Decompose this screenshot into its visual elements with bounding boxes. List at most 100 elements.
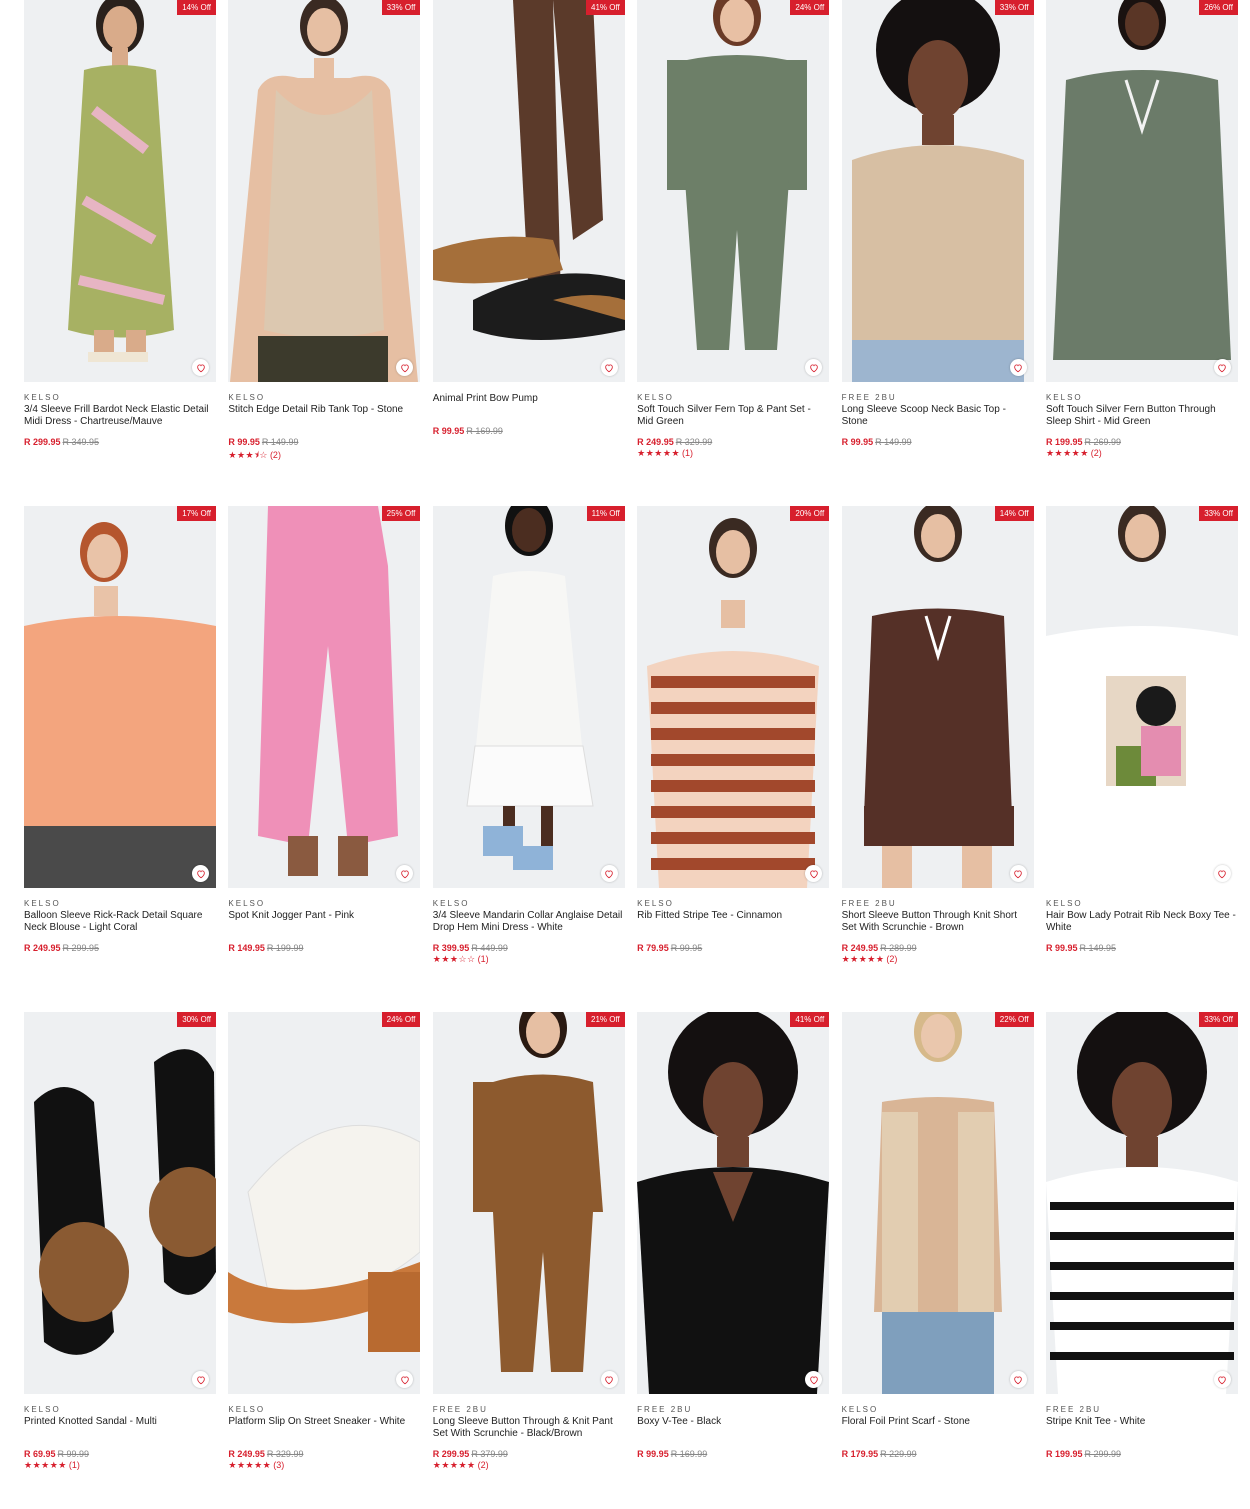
product-card[interactable]: 20% Off KELSO Rib Fitted Stripe Tee - Ci… [637, 506, 830, 1012]
product-name-link[interactable]: Stripe Knit Tee - White [1046, 1416, 1238, 1439]
price-row: R 249.95 R 299.95 [24, 943, 216, 953]
product-image[interactable]: 17% Off [24, 506, 216, 888]
product-photo [258, 506, 399, 876]
product-name-link[interactable]: Platform Slip On Street Sneaker - White [228, 1416, 420, 1439]
product-image[interactable]: 41% Off [432, 0, 625, 382]
wishlist-heart-icon[interactable] [600, 359, 618, 376]
price-row: R 249.95 R 289.99 [842, 943, 1034, 953]
original-price: R 199.99 [266, 943, 304, 953]
discount-badge: 33% Off [1199, 506, 1238, 521]
product-name-link[interactable]: Animal Print Bow Pump [433, 393, 625, 416]
rating[interactable]: ★★★☆☆ (1) [433, 954, 625, 965]
product-card[interactable]: 21% Off FREE 2BU Long Sleeve Button Thro… [432, 1012, 625, 1509]
product-brand: KELSO [637, 393, 674, 402]
product-image[interactable]: 22% Off [841, 1012, 1034, 1394]
wishlist-heart-icon[interactable] [192, 865, 209, 882]
product-image[interactable]: 26% Off [1045, 0, 1238, 382]
product-name-link[interactable]: Soft Touch Silver Fern Top & Pant Set - … [637, 404, 829, 427]
price-row: R 149.95 R 199.99 [228, 943, 420, 953]
product-card[interactable]: 33% Off FREE 2BU Stripe Knit Tee - White… [1045, 1012, 1238, 1509]
rating[interactable]: ★★★★★ (3) [228, 1460, 420, 1471]
product-card[interactable]: 14% Off KELSO 3/4 Sleeve Frill Bardot Ne… [24, 0, 216, 506]
wishlist-heart-icon[interactable] [1009, 359, 1027, 376]
product-image[interactable]: 33% Off [841, 0, 1034, 382]
product-card[interactable]: 33% Off FREE 2BU Long Sleeve Scoop Neck … [841, 0, 1034, 506]
product-image[interactable]: 33% Off [1045, 506, 1238, 888]
product-image[interactable]: 11% Off [432, 506, 625, 888]
product-card[interactable]: 41% Off Animal Print Bow Pump R 99.95 R 1… [432, 0, 625, 506]
product-name-link[interactable]: 3/4 Sleeve Mandarin Collar Anglaise Deta… [433, 910, 625, 933]
product-card[interactable]: 25% Off KELSO Spot Knit Jogger Pant - Pi… [228, 506, 421, 1012]
product-card[interactable]: 22% Off KELSO Floral Foil Print Scarf - … [841, 1012, 1034, 1509]
wishlist-heart-icon[interactable] [1009, 1371, 1027, 1388]
product-image[interactable]: 25% Off [228, 506, 421, 888]
product-image[interactable]: 24% Off [228, 1012, 421, 1394]
product-card[interactable]: 17% Off KELSO Balloon Sleeve Rick-Rack D… [24, 506, 216, 1012]
wishlist-heart-icon[interactable] [192, 359, 209, 376]
review-count: (2) [269, 450, 281, 460]
product-name-link[interactable]: Stitch Edge Detail Rib Tank Top - Stone [228, 404, 420, 427]
product-name-link[interactable]: Printed Knotted Sandal - Multi [24, 1416, 216, 1439]
rating[interactable]: ★★★★★ (2) [1046, 448, 1238, 459]
product-name-link[interactable]: Soft Touch Silver Fern Button Through Sl… [1046, 404, 1238, 427]
product-card[interactable]: 33% Off KELSO Hair Bow Lady Potrait Rib … [1045, 506, 1238, 1012]
product-name-link[interactable]: Floral Foil Print Scarf - Stone [842, 1416, 1034, 1439]
rating[interactable]: ★★★★★ (1) [24, 1460, 216, 1471]
product-card[interactable]: 11% Off KELSO 3/4 Sleeve Mandarin Collar… [432, 506, 625, 1012]
wishlist-heart-icon[interactable] [1009, 865, 1027, 882]
original-price: R 329.99 [266, 1449, 304, 1459]
product-card[interactable]: 33% Off KELSO Stitch Edge Detail Rib Tan… [228, 0, 421, 506]
product-card[interactable]: 24% Off KELSO Soft Touch Silver Fern Top… [637, 0, 830, 506]
wishlist-heart-icon[interactable] [1213, 1371, 1231, 1388]
product-brand: FREE 2BU [432, 1405, 488, 1414]
product-brand: KELSO [637, 899, 674, 908]
rating[interactable]: ★★★★★ (1) [637, 448, 829, 459]
product-image[interactable]: 21% Off [432, 1012, 625, 1394]
product-image[interactable]: 33% Off [1045, 1012, 1238, 1394]
review-count: (1) [477, 954, 489, 964]
product-name-link[interactable]: 3/4 Sleeve Frill Bardot Neck Elastic Det… [24, 404, 216, 427]
price-row: R 99.95 R 169.99 [433, 426, 625, 436]
product-card[interactable]: 14% Off FREE 2BU Short Sleeve Button Thr… [841, 506, 1034, 1012]
wishlist-heart-icon[interactable] [1213, 359, 1231, 376]
sale-price: R 249.95 [841, 943, 879, 953]
product-photo [873, 1012, 1002, 1394]
product-card[interactable]: 26% Off KELSO Soft Touch Silver Fern But… [1045, 0, 1238, 506]
product-name-link[interactable]: Short Sleeve Button Through Knit Short S… [842, 910, 1034, 933]
sale-price: R 299.95 [432, 1449, 470, 1459]
original-price: R 149.95 [1079, 943, 1117, 953]
original-price: R 99.95 [670, 943, 703, 953]
sale-price: R 199.95 [1045, 437, 1083, 447]
product-image[interactable]: 33% Off [228, 0, 421, 382]
product-brand: FREE 2BU [1045, 1405, 1102, 1414]
discount-badge: 21% Off [586, 1012, 625, 1027]
wishlist-heart-icon[interactable] [1213, 865, 1231, 882]
review-count: (2) [886, 954, 898, 964]
rating[interactable]: ★★★★★ (2) [842, 954, 1034, 965]
product-image[interactable]: 20% Off [637, 506, 830, 888]
wishlist-heart-icon[interactable] [192, 1371, 209, 1388]
sale-price: R 149.95 [228, 943, 265, 953]
price-row: R 199.95 R 299.99 [1046, 1449, 1238, 1459]
product-card[interactable]: 30% Off KELSO Printed Knotted Sandal - M… [24, 1012, 216, 1509]
product-image[interactable]: 24% Off [637, 0, 830, 382]
wishlist-heart-icon[interactable] [600, 1371, 618, 1388]
price-row: R 99.95 R 149.99 [228, 437, 420, 447]
product-name-link[interactable]: Balloon Sleeve Rick-Rack Detail Square N… [24, 910, 216, 933]
product-name-link[interactable]: Hair Bow Lady Potrait Rib Neck Boxy Tee … [1046, 910, 1238, 933]
product-image[interactable]: 14% Off [24, 0, 216, 382]
product-name-link[interactable]: Boxy V-Tee - Black [637, 1416, 829, 1439]
rating[interactable]: ★★★★★ (2) [433, 1460, 625, 1471]
product-card[interactable]: 41% Off FREE 2BU Boxy V-Tee - Black R 99… [637, 1012, 830, 1509]
product-image[interactable]: 14% Off [841, 506, 1034, 888]
product-card[interactable]: 24% Off KELSO Platform Slip On Street Sn… [228, 1012, 421, 1509]
sale-price: R 399.95 [432, 943, 470, 953]
product-name-link[interactable]: Long Sleeve Scoop Neck Basic Top - Stone [842, 404, 1034, 427]
wishlist-heart-icon[interactable] [600, 865, 618, 882]
product-name-link[interactable]: Spot Knit Jogger Pant - Pink [228, 910, 420, 933]
product-name-link[interactable]: Long Sleeve Button Through & Knit Pant S… [433, 1416, 625, 1439]
product-image[interactable]: 41% Off [637, 1012, 830, 1394]
rating[interactable]: ★★★⯨☆ (2) [228, 448, 420, 464]
product-image[interactable]: 30% Off [24, 1012, 216, 1394]
product-name-link[interactable]: Rib Fitted Stripe Tee - Cinnamon [637, 910, 829, 933]
